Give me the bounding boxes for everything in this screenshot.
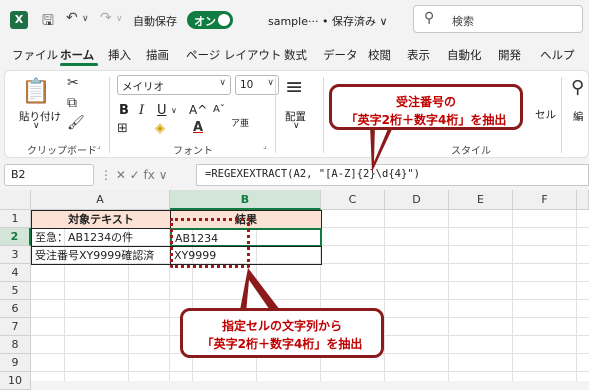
cell-a1[interactable]: 対象テキスト <box>31 210 171 229</box>
bottom-callout-line1: 指定セルの文字列から <box>221 319 342 333</box>
tab-developer[interactable]: 開発 <box>498 47 521 63</box>
column-header-c[interactable]: C <box>321 190 385 210</box>
cell-a3[interactable]: 受注番号XY9999確認済 <box>31 246 171 265</box>
tab-formulas[interactable]: 数式 <box>284 47 307 63</box>
cells-label[interactable]: セル <box>535 107 556 122</box>
autosave-toggle[interactable]: オン <box>187 11 233 29</box>
grow-font-button[interactable]: A^ <box>189 103 207 117</box>
bottom-callout-line2: 「英字2桁＋数字4桁」を抽出 <box>201 337 363 351</box>
shrink-font-button[interactable]: Aˇ <box>213 104 225 115</box>
phonetic-guide-button[interactable]: ア亜 <box>231 119 249 129</box>
select-all-corner[interactable] <box>0 190 31 210</box>
row-header-1[interactable]: 1 <box>0 210 31 228</box>
title-bar: X 🖫 ↶ ∨ ↷ ∨ 自動保存 オン sample··· • 保存済み ∨ ⚲… <box>0 0 589 40</box>
top-callout-line2: 「英字2桁＋数字4桁」を抽出 <box>345 113 507 127</box>
italic-button[interactable]: I <box>139 103 144 118</box>
formula-input[interactable]: =REGEXEXTRACT(A2, "[A-Z]{2}\d{4}") <box>196 164 589 186</box>
column-header-g[interactable] <box>577 190 589 210</box>
tab-draw[interactable]: 描画 <box>146 47 169 63</box>
row-header-9[interactable]: 9 <box>0 354 31 372</box>
undo-dropdown-icon[interactable]: ∨ <box>82 14 89 24</box>
redo-icon[interactable]: ↷ <box>100 10 112 26</box>
tab-help[interactable]: ヘルプ <box>540 47 575 63</box>
ribbon-separator <box>275 77 276 153</box>
alignment-icon[interactable]: ≡ <box>285 75 303 100</box>
name-box[interactable]: B2 <box>4 164 94 186</box>
tab-review[interactable]: 校閲 <box>368 47 391 63</box>
tab-page-layout[interactable]: ページ レイアウト <box>186 47 281 63</box>
row-header-10[interactable]: 10 <box>0 372 31 390</box>
search-icon: ⚲ <box>424 10 435 26</box>
underline-button[interactable]: U <box>157 103 167 118</box>
column-header-b[interactable]: B <box>170 190 321 210</box>
styles-group-label: スタイル <box>451 146 491 157</box>
format-painter-icon[interactable]: 🖌 <box>67 115 85 131</box>
active-tab-indicator <box>60 63 98 66</box>
clipboard-launcher-icon[interactable]: ⌟ <box>97 141 101 150</box>
document-filename[interactable]: sample··· • 保存済み ∨ <box>268 13 388 29</box>
column-header-f[interactable]: F <box>513 190 577 210</box>
font-size-value: 10 <box>240 79 254 91</box>
formula-controls[interactable]: ⋮ ✕ ✓ fx ∨ <box>100 168 167 182</box>
cell-a2[interactable]: 至急：AB1234の件 <box>31 228 171 247</box>
row-header-5[interactable]: 5 <box>0 282 31 300</box>
search-icon[interactable]: ⚲ <box>571 77 584 98</box>
row-header-4[interactable]: 4 <box>0 264 31 282</box>
column-header-e[interactable]: E <box>449 190 513 210</box>
bold-button[interactable]: B <box>119 103 129 118</box>
excel-app-icon: X <box>10 11 28 29</box>
row-header-3[interactable]: 3 <box>0 246 31 264</box>
toggle-knob <box>218 14 230 26</box>
font-launcher-icon[interactable]: ⌟ <box>263 141 267 150</box>
autosave-label: 自動保存 <box>133 15 177 28</box>
paste-dropdown-icon[interactable]: ∨ <box>33 121 40 131</box>
row-header-2[interactable]: 2 <box>0 228 31 246</box>
alignment-dropdown-icon[interactable]: ∨ <box>293 121 300 131</box>
tab-home[interactable]: ホーム <box>60 47 94 63</box>
result-highlight-box <box>170 218 250 268</box>
top-callout: 受注番号の 「英字2桁＋数字4桁」を抽出 <box>329 84 523 130</box>
bottom-callout: 指定セルの文字列から 「英字2桁＋数字4桁」を抽出 <box>180 308 384 358</box>
top-callout-line1: 受注番号の <box>395 95 456 109</box>
font-name-value: メイリオ <box>122 81 164 93</box>
copy-icon[interactable]: ⧉ <box>67 95 77 111</box>
save-icon[interactable]: 🖫 <box>42 10 54 34</box>
ribbon-separator <box>323 77 324 153</box>
chevron-down-icon: ∨ <box>219 78 226 88</box>
clipboard-group-label: クリップボード <box>27 146 97 157</box>
tab-data[interactable]: データ <box>323 47 358 63</box>
row-header-7[interactable]: 7 <box>0 318 31 336</box>
tab-insert[interactable]: 挿入 <box>108 47 131 63</box>
borders-icon[interactable]: ⊞ <box>117 121 128 136</box>
formula-bar: B2 ⋮ ✕ ✓ fx ∨ =REGEXEXTRACT(A2, "[A-Z]{2… <box>0 162 589 188</box>
row-header-6[interactable]: 6 <box>0 300 31 318</box>
redo-dropdown-icon[interactable]: ∨ <box>116 14 123 24</box>
editing-label[interactable]: 編 <box>573 109 584 124</box>
ribbon-separator <box>561 77 562 153</box>
tab-automate[interactable]: 自動化 <box>447 47 482 63</box>
paste-icon[interactable]: 📋 <box>21 77 51 105</box>
font-group-label: フォント <box>173 146 213 157</box>
font-size-select[interactable]: 10 ∨ <box>235 75 279 95</box>
font-color-icon[interactable]: A <box>193 120 203 135</box>
paste-label[interactable]: 貼り付け <box>19 109 61 124</box>
ribbon-separator <box>109 77 110 153</box>
search-box[interactable]: ⚲ 検索 <box>413 5 583 33</box>
autosave-state: オン <box>194 15 216 28</box>
underline-dropdown-icon[interactable]: ∨ <box>171 106 177 115</box>
cut-icon[interactable]: ✂ <box>67 75 79 91</box>
chevron-down-icon: ∨ <box>267 78 274 88</box>
fill-color-icon[interactable]: ◈ <box>155 121 165 136</box>
column-header-d[interactable]: D <box>385 190 449 210</box>
search-placeholder: 検索 <box>452 15 474 28</box>
tab-view[interactable]: 表示 <box>407 47 430 63</box>
undo-icon[interactable]: ↶ <box>66 10 78 26</box>
tab-file[interactable]: ファイル <box>12 47 58 63</box>
column-header-a[interactable]: A <box>31 190 170 210</box>
font-name-select[interactable]: メイリオ ∨ <box>117 75 231 95</box>
row-header-8[interactable]: 8 <box>0 336 31 354</box>
